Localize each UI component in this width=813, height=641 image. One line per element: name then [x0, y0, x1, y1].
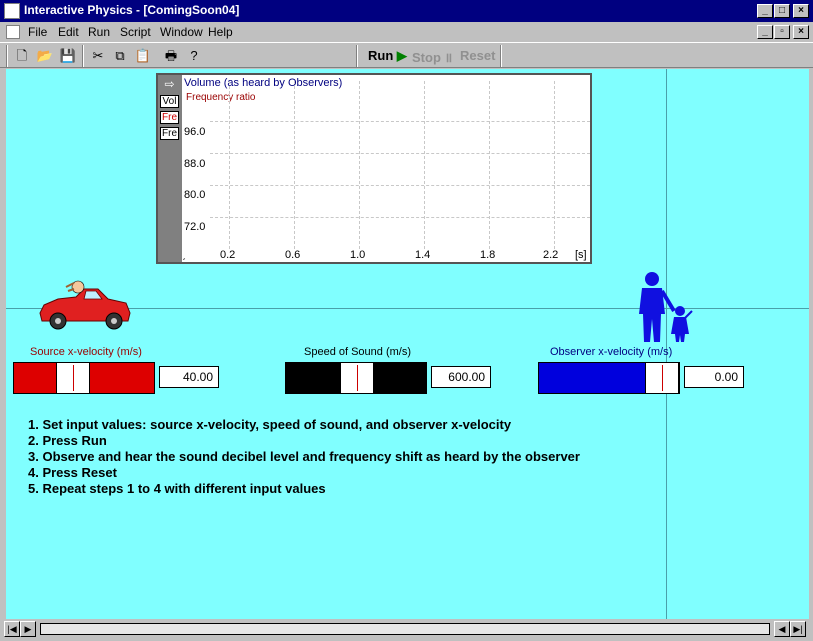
- instruction-step: 5. Repeat steps 1 to 4 with different in…: [28, 481, 326, 496]
- menu-edit[interactable]: Edit: [58, 25, 79, 39]
- pause-icon: ॥: [444, 50, 453, 65]
- scroll-track[interactable]: [40, 623, 770, 635]
- observer-slider-thumb[interactable]: [645, 363, 679, 393]
- x-tick: 0.2: [220, 249, 236, 261]
- copy-icon[interactable]: ⧉: [110, 46, 130, 66]
- doc-close-icon[interactable]: ×: [793, 25, 809, 39]
- grid-line: [210, 185, 590, 186]
- stop-button[interactable]: Stop ॥: [412, 48, 452, 66]
- thumb-marker: [662, 365, 663, 391]
- y-tick: 88.0: [184, 158, 206, 170]
- instruction-step: 2. Press Run: [28, 433, 107, 448]
- source-velocity-label: Source x-velocity (m/s): [30, 346, 142, 358]
- scroll-last-icon[interactable]: ▶|: [790, 621, 806, 637]
- freq-button-2[interactable]: Fre: [160, 127, 179, 140]
- y-tick: 96.0: [184, 126, 206, 138]
- save-icon[interactable]: 💾: [58, 46, 78, 66]
- instruction-step: 3. Observe and hear the sound decibel le…: [28, 449, 580, 464]
- source-velocity-slider[interactable]: [13, 362, 155, 394]
- title-bar: Interactive Physics - [ComingSoon04] _ □…: [0, 0, 813, 22]
- instruction-step: 1. Set input values: source x-velocity, …: [28, 417, 512, 432]
- cut-icon[interactable]: ✂: [88, 46, 108, 66]
- horizontal-scrollbar[interactable]: |◀ ▶ ◀ ▶|: [0, 619, 813, 641]
- grid-line: [359, 81, 360, 249]
- x-unit: [s]: [575, 249, 587, 261]
- menu-file[interactable]: File: [28, 25, 47, 39]
- plot-area: Volume (as heard by Observers) Frequency…: [182, 75, 590, 262]
- source-velocity-input[interactable]: 40.00: [159, 366, 219, 388]
- grid-line: [424, 81, 425, 249]
- play-icon: ▶: [396, 48, 407, 63]
- toolbar-separator: [6, 45, 8, 67]
- open-folder-icon[interactable]: 📂: [35, 46, 55, 66]
- car-source-icon[interactable]: [36, 277, 136, 337]
- grid-line: [294, 81, 295, 249]
- new-file-icon[interactable]: 🗋: [12, 46, 32, 66]
- grid-line: [554, 81, 555, 249]
- run-button[interactable]: Run ▶: [368, 48, 407, 64]
- reset-button[interactable]: Reset: [460, 48, 495, 63]
- paste-icon[interactable]: 📋: [133, 46, 153, 66]
- stop-label: Stop: [412, 50, 441, 65]
- menu-help[interactable]: Help: [208, 25, 233, 39]
- y-tick: 80.0: [184, 189, 206, 201]
- observer-velocity-slider[interactable]: [538, 362, 680, 394]
- thumb-marker: [357, 365, 358, 391]
- graph-title: Volume (as heard by Observers): [184, 77, 343, 89]
- source-slider-thumb[interactable]: [56, 363, 90, 393]
- thumb-marker: [73, 365, 74, 391]
- minimize-icon[interactable]: _: [757, 4, 773, 18]
- x-tick: 2.2: [543, 249, 559, 261]
- run-label: Run: [368, 48, 394, 63]
- help-icon[interactable]: ?: [184, 46, 204, 66]
- freq-button[interactable]: Fre: [160, 111, 179, 124]
- graph-subtitle: Frequency ratio: [186, 92, 256, 103]
- sound-speed-input[interactable]: 600.00: [431, 366, 491, 388]
- toolbar-separator: [500, 45, 502, 67]
- observer-velocity-input[interactable]: 0.00: [684, 366, 744, 388]
- menu-script[interactable]: Script: [120, 25, 151, 39]
- x-origin-mark: ˏ: [182, 249, 186, 261]
- menu-run[interactable]: Run: [88, 25, 110, 39]
- close-icon[interactable]: ×: [793, 4, 809, 18]
- scroll-first-icon[interactable]: |◀: [4, 621, 20, 637]
- maximize-icon[interactable]: □: [774, 4, 790, 18]
- grid-line: [210, 121, 590, 122]
- doc-icon[interactable]: [6, 25, 20, 39]
- menu-bar: File Edit Run Script Window Help _ ▫ ×: [0, 22, 813, 42]
- scroll-left-icon[interactable]: ▶: [20, 621, 36, 637]
- instruction-step: 4. Press Reset: [28, 465, 117, 480]
- menu-window[interactable]: Window: [160, 25, 203, 39]
- window-title: Interactive Physics - [ComingSoon04]: [24, 3, 240, 17]
- vol-button[interactable]: Vol: [160, 95, 179, 108]
- observer-velocity-label: Observer x-velocity (m/s): [550, 346, 673, 358]
- grid-line: [229, 81, 230, 249]
- grid-line: [210, 217, 590, 218]
- x-tick: 1.8: [480, 249, 496, 261]
- sound-speed-slider[interactable]: [285, 362, 427, 394]
- y-tick: 72.0: [184, 221, 206, 233]
- arrow-right-icon[interactable]: ⇨: [160, 78, 179, 90]
- x-tick: 0.6: [285, 249, 301, 261]
- doc-minimize-icon[interactable]: _: [757, 25, 773, 39]
- observer-person-icon[interactable]: [634, 269, 704, 344]
- simulation-canvas[interactable]: ⇨ Vol Fre Fre Volume (as heard by Observ…: [6, 69, 809, 619]
- print-icon[interactable]: 🖶: [161, 46, 181, 66]
- grid-line: [210, 153, 590, 154]
- x-tick: 1.4: [415, 249, 431, 261]
- app-icon[interactable]: [4, 3, 20, 19]
- sound-speed-label: Speed of Sound (m/s): [304, 346, 412, 358]
- graph-meter[interactable]: ⇨ Vol Fre Fre Volume (as heard by Observ…: [156, 73, 592, 264]
- graph-side-panel: ⇨ Vol Fre Fre: [158, 75, 182, 262]
- x-tick: 1.0: [350, 249, 366, 261]
- sound-slider-thumb[interactable]: [340, 363, 374, 393]
- toolbar: 🗋 📂 💾 ✂ ⧉ 📋 🖶 ? Run ▶ Stop ॥ Reset: [0, 42, 813, 68]
- scroll-right-icon[interactable]: ◀: [774, 621, 790, 637]
- grid-line: [489, 81, 490, 249]
- doc-restore-icon[interactable]: ▫: [774, 25, 790, 39]
- toolbar-separator: [356, 45, 358, 67]
- vertical-axis-line: [666, 69, 667, 619]
- toolbar-separator: [82, 45, 84, 67]
